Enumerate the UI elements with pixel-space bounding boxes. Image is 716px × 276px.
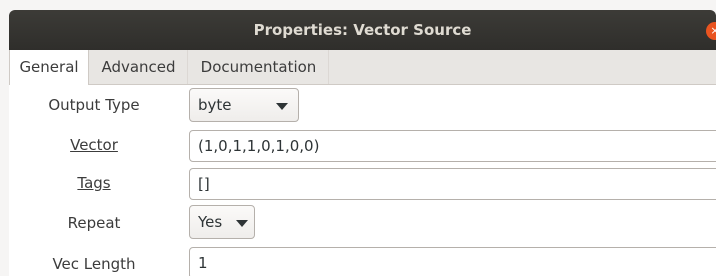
output-type-label: Output Type — [48, 96, 140, 114]
repeat-value: Yes — [198, 213, 223, 231]
chevron-down-icon — [276, 103, 288, 110]
tab-advanced[interactable]: Advanced — [90, 50, 188, 84]
vector-label: Vector — [70, 136, 118, 154]
window-title: Properties: Vector Source — [253, 21, 472, 39]
vector-field[interactable]: (1,0,1,1,0,1,0,0) — [189, 130, 716, 162]
output-type-value: byte — [198, 96, 232, 114]
title-bar[interactable]: Properties: Vector Source × — [9, 10, 716, 50]
vec-length-label: Vec Length — [52, 255, 136, 273]
repeat-select[interactable]: Yes — [189, 205, 255, 239]
tab-general[interactable]: General — [9, 50, 89, 85]
chevron-down-icon — [236, 220, 248, 227]
tags-field[interactable]: [] — [189, 168, 716, 200]
properties-dialog: Properties: Vector Source × General Adva… — [0, 0, 716, 276]
tab-documentation[interactable]: Documentation — [189, 50, 329, 84]
output-type-select[interactable]: byte — [189, 88, 299, 122]
repeat-label: Repeat — [67, 214, 121, 232]
tags-label: Tags — [77, 174, 111, 192]
vec-length-field[interactable]: 1 — [189, 247, 716, 276]
tab-bar: General Advanced Documentation — [9, 50, 716, 85]
general-panel: Output Type byte Vector (1,0,1,1,0,1,0,0… — [9, 85, 716, 276]
